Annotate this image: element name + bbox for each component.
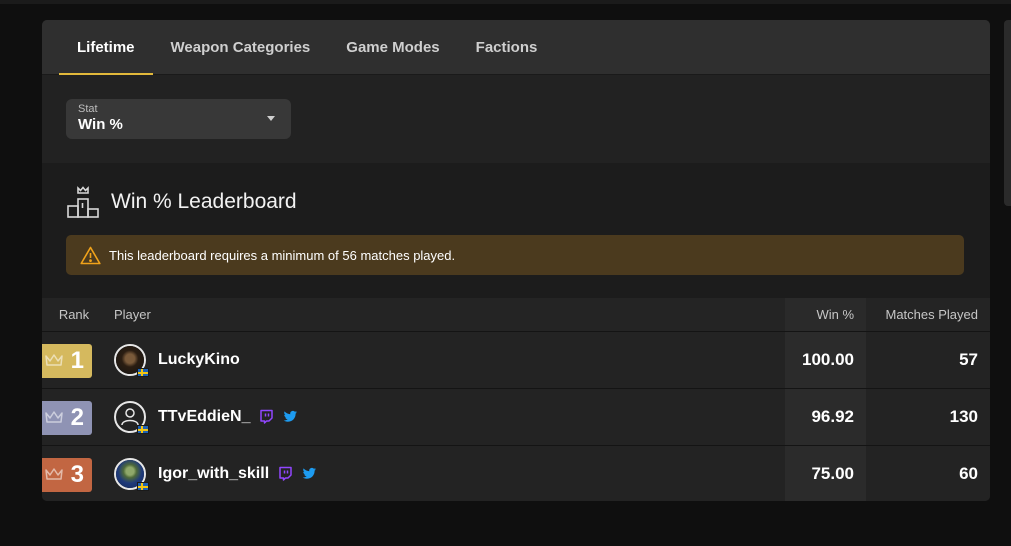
notice-text: This leaderboard requires a minimum of 5… bbox=[109, 247, 456, 263]
leaderboard-panel: Win % Leaderboard This leaderboard requi… bbox=[42, 163, 990, 501]
player-name[interactable]: Igor_with_skill bbox=[158, 465, 269, 483]
column-header-matches-played[interactable]: Matches Played bbox=[866, 298, 990, 331]
rank-cell: 3 bbox=[42, 445, 106, 501]
tab-weapon-categories[interactable]: Weapon Categories bbox=[153, 20, 329, 75]
crown-icon bbox=[45, 467, 63, 480]
rank-cell: 2 bbox=[42, 388, 106, 445]
column-header-win-percent[interactable]: Win % bbox=[785, 298, 866, 331]
avatar[interactable] bbox=[114, 400, 149, 434]
flag-sweden-icon bbox=[137, 481, 149, 491]
player-cell: LuckyKino bbox=[106, 331, 785, 388]
stat-select-value: Win % bbox=[78, 116, 123, 133]
crown-icon bbox=[45, 353, 63, 366]
matches-played-cell: 60 bbox=[959, 463, 978, 483]
win-percent-cell: 100.00 bbox=[785, 331, 866, 388]
podium-icon bbox=[67, 186, 99, 218]
chevron-down-icon bbox=[267, 116, 275, 121]
column-header-rank[interactable]: Rank bbox=[42, 298, 106, 331]
rank-number: 1 bbox=[70, 346, 84, 374]
flag-sweden-icon bbox=[137, 424, 149, 434]
twitter-link[interactable] bbox=[302, 466, 317, 481]
column-header-player[interactable]: Player bbox=[106, 298, 785, 331]
top-bar bbox=[0, 0, 1011, 4]
filter-bar: Stat Win % bbox=[42, 75, 990, 163]
warning-icon bbox=[80, 246, 101, 264]
matches-played-cell: 130 bbox=[949, 406, 978, 426]
win-percent-cell: 75.00 bbox=[785, 445, 866, 501]
stats-card: Lifetime Weapon Categories Game Modes Fa… bbox=[42, 20, 990, 501]
player-cell: TTvEddieN_ bbox=[106, 388, 785, 445]
twitter-icon bbox=[284, 410, 298, 422]
rank-badge-silver: 2 bbox=[42, 400, 92, 435]
matches-played-cell: 57 bbox=[959, 349, 978, 369]
tab-lifetime[interactable]: Lifetime bbox=[59, 20, 153, 75]
minimum-matches-notice: This leaderboard requires a minimum of 5… bbox=[66, 235, 964, 275]
tab-bar: Lifetime Weapon Categories Game Modes Fa… bbox=[42, 20, 990, 75]
stat-select[interactable]: Stat Win % bbox=[66, 99, 291, 139]
player-name[interactable]: LuckyKino bbox=[158, 351, 240, 369]
win-percent-cell: 96.92 bbox=[785, 388, 866, 445]
crown-icon bbox=[45, 410, 63, 423]
rank-badge-gold: 1 bbox=[42, 343, 92, 378]
player-cell: Igor_with_skill bbox=[106, 445, 785, 501]
table-row[interactable]: 2 TTvEddieN_ 96.92 130 bbox=[42, 388, 990, 445]
twitter-link[interactable] bbox=[283, 409, 298, 424]
twitch-icon bbox=[279, 467, 292, 481]
leaderboard-header: Win % Leaderboard bbox=[66, 185, 297, 219]
avatar[interactable] bbox=[114, 343, 149, 377]
flag-sweden-icon bbox=[137, 367, 149, 377]
rank-badge-bronze: 3 bbox=[42, 457, 92, 492]
rank-cell: 1 bbox=[42, 331, 106, 388]
rank-number: 3 bbox=[70, 460, 84, 488]
player-name[interactable]: TTvEddieN_ bbox=[158, 408, 250, 426]
twitch-link[interactable] bbox=[259, 409, 274, 424]
avatar[interactable] bbox=[114, 457, 149, 491]
table-header-row: Rank Player Win % Matches Played bbox=[42, 298, 990, 331]
rank-number: 2 bbox=[70, 403, 84, 431]
tab-factions[interactable]: Factions bbox=[458, 20, 556, 75]
leaderboard-table: Rank Player Win % Matches Played 1 Lucky… bbox=[42, 298, 990, 501]
table-row[interactable]: 3 Igor_with_skill 75.00 60 bbox=[42, 445, 990, 501]
side-panel bbox=[1004, 20, 1011, 206]
table-row[interactable]: 1 LuckyKino 100.00 57 bbox=[42, 331, 990, 388]
stat-select-label: Stat bbox=[78, 103, 98, 115]
twitter-icon bbox=[302, 468, 317, 479]
tab-game-modes[interactable]: Game Modes bbox=[328, 20, 457, 75]
twitch-icon bbox=[260, 409, 274, 424]
twitch-link[interactable] bbox=[278, 466, 293, 481]
leaderboard-title: Win % Leaderboard bbox=[111, 190, 297, 213]
